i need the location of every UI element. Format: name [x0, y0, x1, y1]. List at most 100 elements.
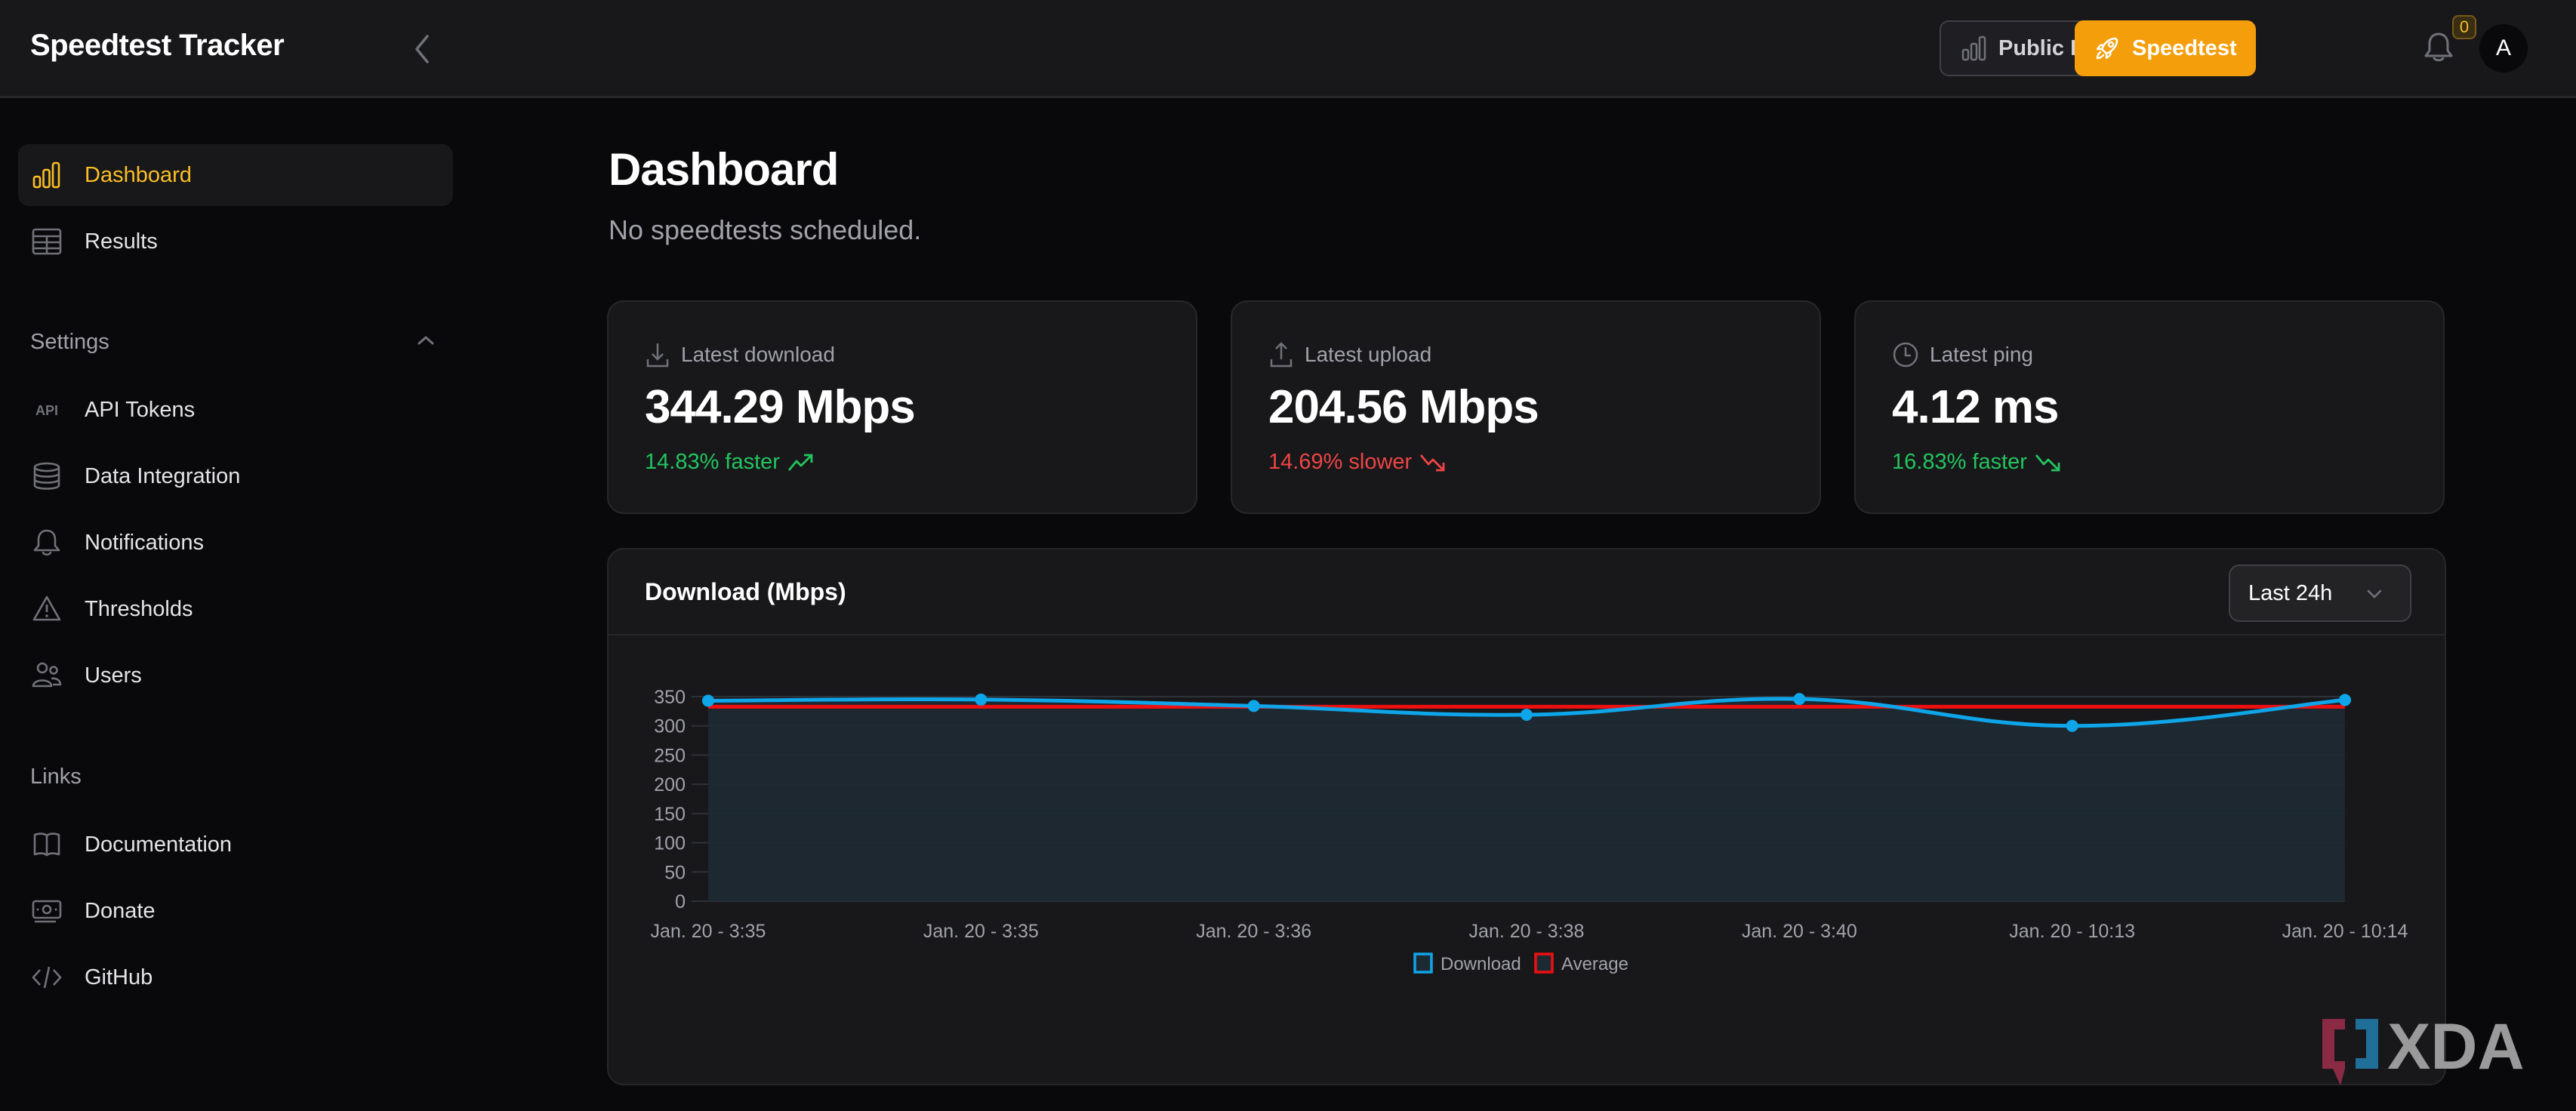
- download-icon: [646, 343, 669, 368]
- sidebar-item-thresholds[interactable]: Thresholds: [18, 578, 453, 640]
- warning-triangle-icon: [32, 594, 62, 624]
- bell-icon: [32, 528, 62, 558]
- book-open-icon: [32, 829, 62, 860]
- stat-delta: 14.69% slower: [1268, 450, 1413, 474]
- sidebar-item-results[interactable]: Results: [18, 211, 453, 272]
- download-data-point: [1247, 700, 1260, 712]
- sidebar-item-label: Thresholds: [85, 596, 193, 621]
- x-tick-label: Jan. 20 - 10:13: [2009, 921, 2135, 942]
- download-data-point: [2339, 694, 2351, 706]
- y-tick-label: 100: [654, 833, 686, 854]
- settings-group-label: Settings: [30, 330, 109, 354]
- legend-swatch: [1413, 953, 1433, 974]
- notification-count-badge: 0: [2452, 15, 2476, 39]
- clock-icon: [1893, 342, 1918, 368]
- sidebar-item-donate[interactable]: Donate: [18, 880, 453, 942]
- stat-value: 204.56 Mbps: [1268, 381, 1539, 433]
- sidebar-item-documentation[interactable]: Documentation: [18, 814, 453, 876]
- stat-card-upload: Latest upload 204.56 Mbps 14.69% slower: [1231, 300, 1821, 514]
- sidebar-item-notifications[interactable]: Notifications: [18, 512, 453, 574]
- legend-label: Average: [1561, 954, 1628, 974]
- x-tick-label: Jan. 20 - 3:36: [1196, 921, 1311, 942]
- upload-icon: [1270, 342, 1293, 368]
- sidebar-item-label: Data Integration: [85, 463, 241, 488]
- download-chart-card: Download (Mbps) Last 24h 0 50 100 150 200 250…: [607, 548, 2446, 1085]
- sidebar-item-data-integration[interactable]: Data Integration: [18, 445, 453, 507]
- x-tick-label: Jan. 20 - 3:40: [1742, 921, 1857, 942]
- users-icon: [32, 660, 62, 691]
- sidebar-item-label: Dashboard: [85, 162, 192, 187]
- download-data-point: [975, 693, 988, 706]
- y-tick-label: 300: [654, 716, 686, 737]
- stat-label: Latest ping: [1930, 343, 2033, 366]
- stat-delta: 14.83% faster: [645, 450, 780, 474]
- download-data-point: [1521, 709, 1533, 722]
- collapse-sidebar-button[interactable]: [408, 30, 438, 68]
- sidebar-item-label: API Tokens: [85, 397, 196, 422]
- sidebar-item-label: Donate: [85, 898, 156, 923]
- stat-delta: 16.83% faster: [1892, 450, 2027, 474]
- y-tick-label: 0: [675, 891, 686, 912]
- api-icon: API: [32, 395, 62, 425]
- stat-label: Latest download: [681, 343, 835, 366]
- bar-chart-icon: [32, 160, 62, 190]
- stat-card-download: Latest download 344.29 Mbps 14.83% faste…: [607, 300, 1197, 514]
- trending-up-icon: [787, 454, 813, 471]
- download-data-point: [702, 694, 714, 707]
- sidebar-item-label: Users: [85, 663, 142, 688]
- sidebar-item-dashboard[interactable]: Dashboard: [18, 144, 453, 206]
- stat-value: 344.29 Mbps: [645, 381, 916, 433]
- table-icon: [32, 226, 62, 257]
- stat-label: Latest upload: [1305, 343, 1432, 366]
- sidebar-item-users[interactable]: Users: [18, 645, 453, 706]
- y-tick-label: 200: [654, 774, 686, 796]
- legend-swatch: [1534, 953, 1554, 974]
- watermark-text: XDA: [2387, 1016, 2525, 1083]
- page-title: Dashboard: [609, 144, 839, 195]
- bell-icon: [2424, 32, 2453, 62]
- chevron-left-icon: [415, 35, 429, 63]
- sidebar-item-api-tokens[interactable]: API API Tokens: [18, 379, 453, 441]
- trending-down-icon: [1420, 454, 1445, 471]
- y-tick-label: 50: [664, 862, 686, 883]
- sidebar-item-github[interactable]: GitHub: [18, 946, 453, 1008]
- download-data-point: [2066, 719, 2078, 732]
- settings-collapse-toggle[interactable]: [412, 330, 439, 351]
- svg-text:API: API: [35, 403, 58, 418]
- chart-header: Download (Mbps) Last 24h: [609, 549, 2445, 636]
- sidebar-item-label: Results: [85, 229, 158, 254]
- time-range-value: Last 24h: [2248, 580, 2333, 605]
- stat-value: 4.12 ms: [1892, 381, 2060, 433]
- download-area-fill: [708, 698, 2345, 901]
- x-tick-label: Jan. 20 - 3:35: [923, 921, 1039, 942]
- sidebar-item-label: Documentation: [85, 832, 233, 857]
- x-tick-label: Jan. 20 - 3:38: [1469, 921, 1585, 942]
- speedtest-button[interactable]: Speedtest: [2075, 20, 2256, 76]
- y-tick-label: 250: [654, 745, 686, 766]
- bar-chart-icon: [1961, 35, 1986, 61]
- x-tick-label: Jan. 20 - 10:14: [2282, 921, 2408, 942]
- time-range-select[interactable]: Last 24h: [2229, 565, 2411, 622]
- chevron-down-icon: [2367, 589, 2382, 599]
- rocket-icon: [2096, 37, 2118, 60]
- sidebar-item-label: Notifications: [85, 530, 204, 555]
- code-bracket-icon: [32, 962, 62, 993]
- banknotes-icon: [32, 896, 62, 926]
- y-tick-label: 350: [654, 687, 686, 708]
- speedtest-label: Speedtest: [2132, 35, 2237, 60]
- app-title: Speedtest Tracker: [30, 29, 285, 62]
- user-avatar[interactable]: A: [2479, 24, 2528, 72]
- y-tick-label: 150: [654, 804, 686, 825]
- download-data-point: [1793, 693, 1806, 706]
- trending-down-icon: [2035, 454, 2060, 471]
- notifications-button[interactable]: [2422, 30, 2455, 65]
- chart-title: Download (Mbps): [645, 578, 846, 605]
- page-subtitle: No speedtests scheduled.: [609, 214, 922, 245]
- database-icon: [32, 461, 62, 491]
- sidebar-item-label: GitHub: [85, 965, 153, 989]
- download-line-chart: 0 50 100 150 200 250 300 350 Jan. 20 - 3:35 Jan.…: [651, 687, 2408, 974]
- links-group-label: Links: [30, 765, 82, 789]
- xda-watermark-logo: XDA: [2322, 1016, 2525, 1085]
- stat-card-ping: Latest ping 4.12 ms 16.83% faster: [1854, 300, 2445, 514]
- x-tick-label: Jan. 20 - 3:35: [651, 921, 766, 942]
